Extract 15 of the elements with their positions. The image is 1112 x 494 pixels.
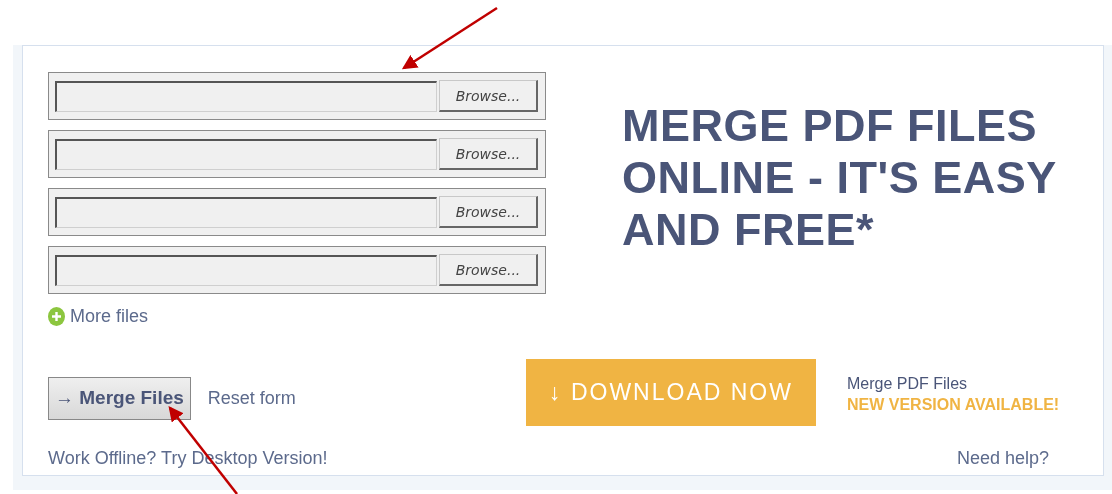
file-path-field[interactable] [55,254,437,286]
browse-button[interactable]: Browse... [439,138,538,170]
reset-form-link[interactable]: Reset form [207,387,296,409]
need-help-link[interactable]: Need help? [956,448,1049,475]
new-version-label: NEW VERSION AVAILABLE! [847,396,1060,414]
file-path-field[interactable] [55,80,437,112]
merge-files-button[interactable]: → Merge Files [48,376,191,420]
file-path-field[interactable] [55,196,437,228]
promo-title: Merge PDF Files [847,374,969,394]
browse-button[interactable]: Browse... [439,254,538,286]
browse-button[interactable]: Browse... [439,196,538,228]
browse-button[interactable]: Browse... [439,80,538,112]
more-files-link[interactable]: More files [70,306,149,327]
file-path-field[interactable] [55,138,437,170]
headline: MERGE PDF FILES ONLINE - IT'S EASY AND FREE* [622,100,1057,256]
